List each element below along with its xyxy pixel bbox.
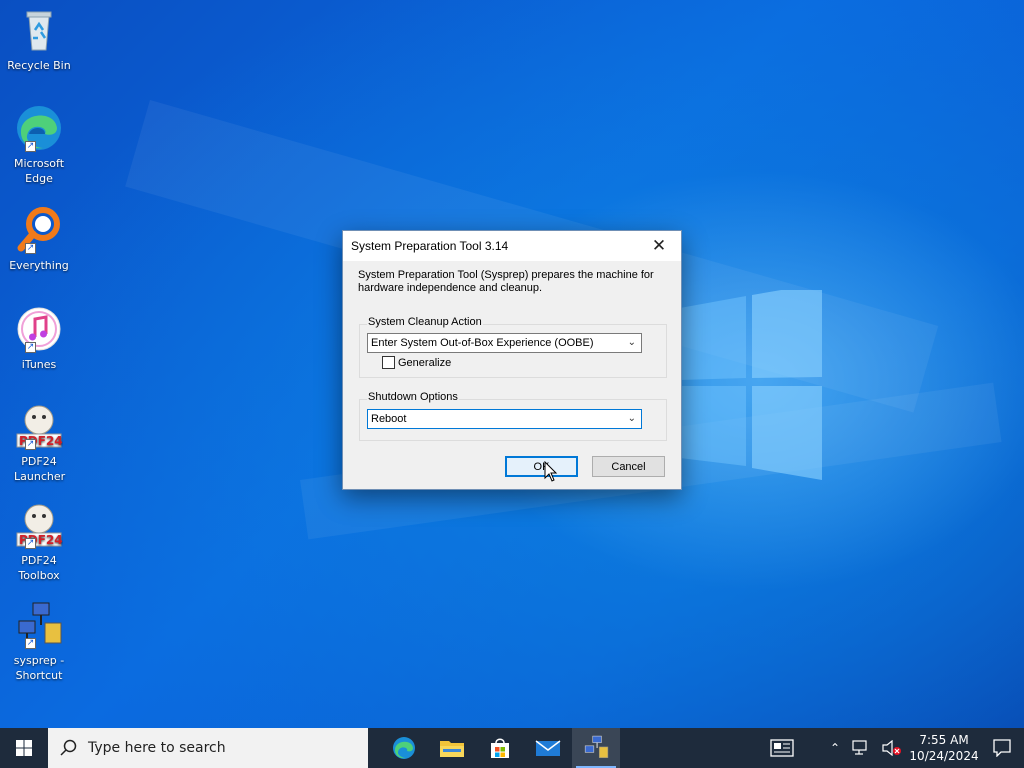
shutdown-options-select[interactable]: Reboot ⌄ xyxy=(367,409,642,429)
desktop-icon-label: sysprep - Shortcut xyxy=(13,654,65,682)
taskbar-store[interactable] xyxy=(476,728,524,768)
network-icon xyxy=(852,740,867,755)
desktop-icon-sysprep[interactable]: ↗ sysprep - Shortcut xyxy=(4,601,74,683)
close-button[interactable]: ✕ xyxy=(637,231,681,261)
sysprep-icon xyxy=(18,602,62,644)
cancel-button[interactable]: Cancel xyxy=(592,456,665,477)
desktop-icon-pdf24-launcher[interactable]: PDF24 ↗ PDF24 Launcher xyxy=(4,402,74,484)
system-tray: ⌃ 7:55 AM 10/24/2024 xyxy=(764,728,1024,768)
sysprep-icon xyxy=(584,735,609,759)
mouse-cursor-icon xyxy=(544,461,558,482)
desktop-icon-label: PDF24 Launcher xyxy=(14,455,66,483)
shortcut-arrow-icon: ↗ xyxy=(25,342,36,353)
search-placeholder: Type here to search xyxy=(88,740,226,756)
news-icon xyxy=(770,739,794,757)
shutdown-group-label: Shutdown Options xyxy=(367,391,459,403)
chevron-down-icon: ⌄ xyxy=(627,337,636,348)
start-button[interactable] xyxy=(0,728,48,768)
cleanup-group-label: System Cleanup Action xyxy=(367,316,483,328)
ok-button[interactable]: OK xyxy=(505,456,578,477)
taskbar-sysprep[interactable] xyxy=(572,728,620,768)
cleanup-action-group: System Cleanup Action Enter System Out-o… xyxy=(359,316,667,378)
shortcut-arrow-icon: ↗ xyxy=(25,141,36,152)
file-explorer-icon xyxy=(440,741,464,757)
recycle-bin-icon xyxy=(26,11,52,51)
taskbar-file-explorer[interactable] xyxy=(428,728,476,768)
generalize-label: Generalize xyxy=(398,356,452,369)
edge-icon xyxy=(393,737,415,759)
desktop-icon-edge[interactable]: ↗ Microsoft Edge xyxy=(4,104,74,186)
generalize-checkbox-row[interactable]: Generalize xyxy=(382,356,451,369)
clock-time: 7:55 AM xyxy=(919,733,969,747)
desktop-icon-label: Recycle Bin xyxy=(7,59,71,72)
clock-date: 10/24/2024 xyxy=(909,749,979,763)
shortcut-arrow-icon: ↗ xyxy=(25,538,36,549)
store-icon xyxy=(491,738,509,758)
windows-start-icon xyxy=(16,740,32,756)
show-hidden-icons-button[interactable]: ⌃ xyxy=(824,728,846,768)
taskbar-search-box[interactable]: Type here to search xyxy=(48,728,368,768)
desktop-icon-label: PDF24 Toolbox xyxy=(18,554,60,582)
desktop-icon-recycle-bin[interactable]: Recycle Bin xyxy=(4,6,74,73)
shutdown-options-group: Shutdown Options Reboot ⌄ xyxy=(359,391,667,441)
shutdown-selected-value: Reboot xyxy=(371,413,407,425)
shortcut-arrow-icon: ↗ xyxy=(25,243,36,254)
windows-logo-wallpaper xyxy=(680,290,822,480)
desktop-icon-label: Microsoft Edge xyxy=(13,157,65,185)
cleanup-selected-value: Enter System Out-of-Box Experience (OOBE… xyxy=(371,337,594,349)
notification-icon xyxy=(993,739,1011,757)
edge-icon xyxy=(17,106,61,150)
volume-muted-icon xyxy=(882,740,901,756)
cleanup-action-select[interactable]: Enter System Out-of-Box Experience (OOBE… xyxy=(367,333,642,353)
chevron-down-icon: ⌄ xyxy=(627,413,636,424)
desktop-icon-everything[interactable]: ↗ Everything xyxy=(4,206,74,273)
pdf24-icon: PDF24 xyxy=(16,405,63,448)
desktop-icon-itunes[interactable]: ↗ iTunes xyxy=(4,305,74,372)
itunes-icon xyxy=(17,307,61,351)
mail-icon xyxy=(535,740,561,756)
desktop-icon-label: Everything xyxy=(9,259,69,272)
taskbar: Type here to search ⌃ 7:55 AM 10/24/2024 xyxy=(0,728,1024,768)
taskbar-edge[interactable] xyxy=(380,728,428,768)
notification-center-button[interactable] xyxy=(980,728,1024,768)
dialog-titlebar[interactable]: System Preparation Tool 3.14 ✕ xyxy=(343,231,681,261)
close-icon: ✕ xyxy=(651,236,667,255)
everything-search-icon xyxy=(17,207,60,252)
desktop-icon-label: iTunes xyxy=(21,358,57,371)
taskbar-clock[interactable]: 7:55 AM 10/24/2024 xyxy=(908,728,980,768)
dialog-description: System Preparation Tool (Sysprep) prepar… xyxy=(358,269,654,294)
sysprep-dialog: System Preparation Tool 3.14 ✕ System Pr… xyxy=(342,230,682,490)
desktop-icon-pdf24-toolbox[interactable]: PDF24 ↗ PDF24 Toolbox xyxy=(4,501,74,583)
network-tray[interactable] xyxy=(846,728,876,768)
taskbar-mail[interactable] xyxy=(524,728,572,768)
news-widget[interactable] xyxy=(764,728,800,768)
pdf24-icon: PDF24 xyxy=(16,504,63,547)
chevron-up-icon: ⌃ xyxy=(829,741,840,755)
dialog-title: System Preparation Tool 3.14 xyxy=(351,239,509,253)
shortcut-arrow-icon: ↗ xyxy=(25,439,36,450)
search-icon xyxy=(60,739,77,756)
volume-tray[interactable] xyxy=(876,728,908,768)
shortcut-arrow-icon: ↗ xyxy=(25,638,36,649)
generalize-checkbox[interactable] xyxy=(382,356,395,369)
